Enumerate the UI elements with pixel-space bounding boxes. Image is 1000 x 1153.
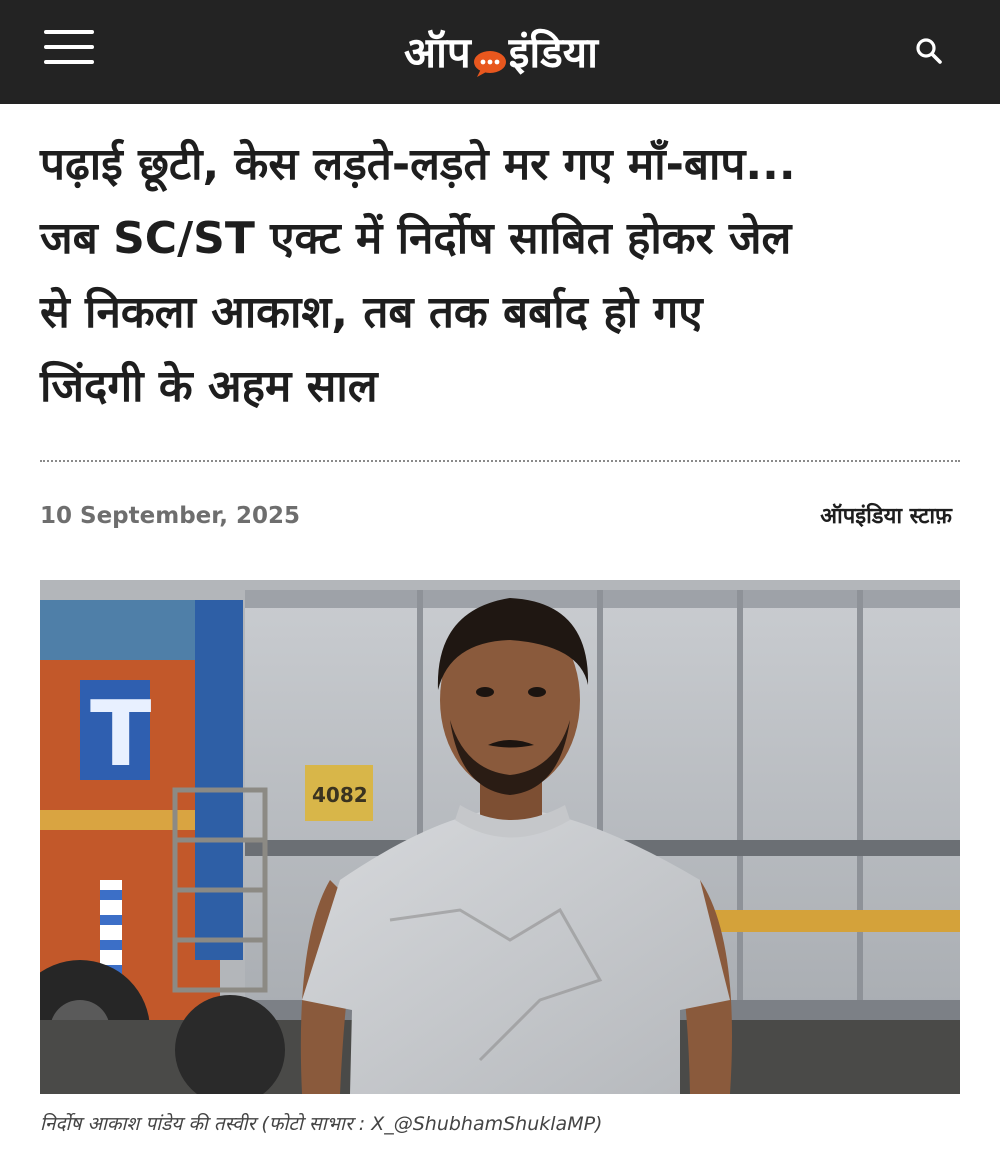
svg-text:T: T xyxy=(90,682,151,787)
site-logo[interactable]: ऑप इंडिया xyxy=(356,20,646,82)
logo-text-left: ऑप xyxy=(403,27,471,77)
article-photo: T 4082 xyxy=(40,580,960,1094)
logo-text-right: इंडिया xyxy=(508,27,599,77)
author-link[interactable]: ऑपइंडिया स्टाफ़ xyxy=(820,500,952,530)
headline-line: जब SC/ST एक्ट में निर्दोष साबित होकर जेल xyxy=(40,213,792,264)
dotted-divider xyxy=(40,460,960,462)
headline-line: से निकला आकाश, तब तक बर्बाद हो गए xyxy=(40,287,703,338)
image-caption: निर्दोष आकाश पांडेय की तस्वीर (फोटो साभा… xyxy=(40,1113,603,1135)
svg-text:4082: 4082 xyxy=(312,783,368,807)
hamburger-menu-icon[interactable] xyxy=(44,28,94,66)
headline-line: पढ़ाई छूटी, केस लड़ते-लड़ते मर गए माँ-बा… xyxy=(40,139,796,190)
search-icon[interactable] xyxy=(912,34,946,68)
headline-line: जिंदगी के अहम साल xyxy=(40,361,378,412)
top-navigation-bar: ऑप इंडिया xyxy=(0,0,1000,104)
article-headline: पढ़ाई छूटी, केस लड़ते-लड़ते मर गए माँ-बा… xyxy=(40,128,960,424)
speech-bubble-icon xyxy=(473,39,507,77)
publish-date: 10 September, 2025 xyxy=(40,503,300,529)
